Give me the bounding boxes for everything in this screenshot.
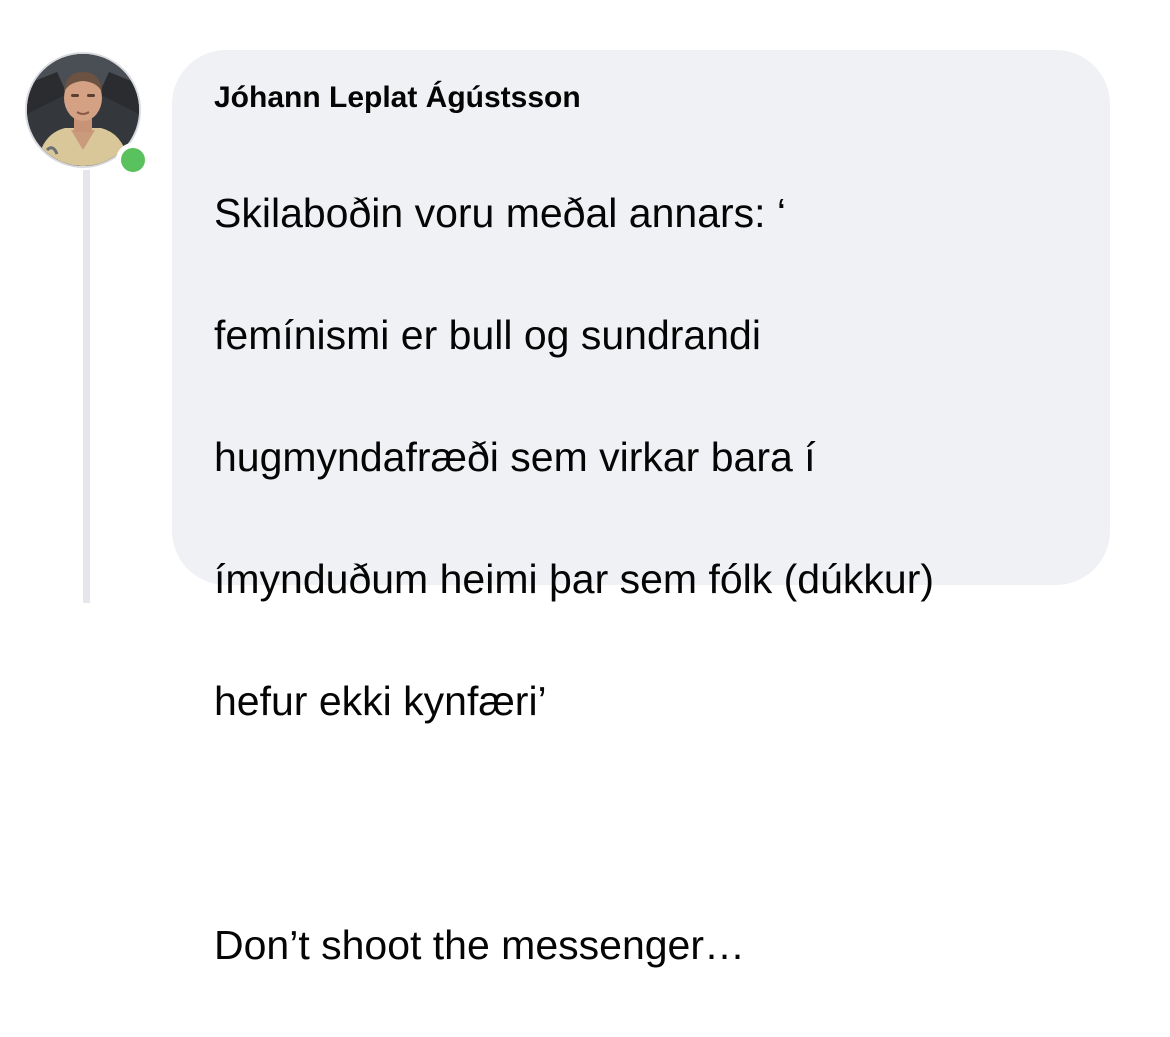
comment-author-name[interactable]: Jóhann Leplat Ágústsson [214,80,1070,116]
comment-text-blank-line [214,793,1070,854]
comment-bubble[interactable]: Jóhann Leplat Ágústsson Skilaboðin voru … [172,50,1110,968]
comment-thread-line [83,170,90,603]
online-status-indicator [116,143,150,177]
comment-text-line: ímynduðum heimi þar sem fólk (dúkkur) [214,556,935,602]
comment-text-line: femínismi er bull og sundrandi [214,312,761,358]
comment-text-line: Don’t shoot the messenger… [214,922,745,968]
comment-text: Skilaboðin voru meðal annars: ‘ femínism… [214,122,1070,1037]
comment-text-line: hugmyndafræði sem virkar bara í [214,434,816,480]
comment-text-line: hefur ekki kynfæri’ [214,678,547,724]
comment-text-line: Skilaboðin voru meðal annars: ‘ [214,190,787,236]
